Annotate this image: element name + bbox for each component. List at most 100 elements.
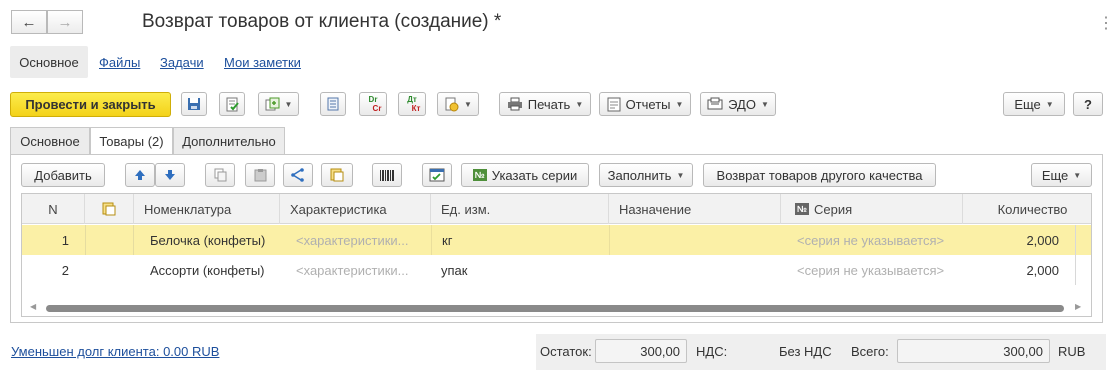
split-line-button[interactable] [283,163,313,187]
column-header-quantity[interactable]: Количество [963,194,1091,224]
page-title: Возврат товаров от клиента (создание) * [142,11,502,32]
row-status [85,225,134,255]
column-header-purpose[interactable]: Назначение [609,194,781,224]
help-button[interactable]: ? [1073,92,1103,116]
row-purpose[interactable] [609,255,781,285]
structure-button[interactable] [320,92,346,116]
tab-goods[interactable]: Товары (2) [90,127,173,155]
subnav-main[interactable]: Основное [10,46,88,78]
column-header-nomenclature[interactable]: Номенклатура [134,194,280,224]
reports-button[interactable]: Отчеты ▼ [599,92,691,116]
scroll-left-icon[interactable]: ◀ [30,302,36,311]
create-based-on-button[interactable]: ▼ [258,92,299,116]
scrollbar-thumb[interactable] [46,305,1064,312]
table-header: N Номенклатура Характеристика Ед. изм. Н… [22,194,1091,224]
create-based-icon [265,97,280,110]
barcode-button[interactable] [372,163,402,187]
dr-cr-button[interactable]: Dr Cr [359,92,387,116]
checklist-icon [429,168,445,182]
copy-button[interactable] [205,163,235,187]
vat-label: НДС: [696,344,728,359]
report-icon [607,97,621,111]
related-documents-icon [445,97,459,111]
balance-field: 300,00 [595,339,687,363]
row-quantity[interactable]: 2,000 [963,255,1069,285]
column-header-status[interactable] [85,194,134,224]
return-other-quality-button[interactable]: Возврат товаров другого качества [703,163,936,187]
printer-icon [507,97,522,111]
dt-kt-button[interactable]: Дт Кт [398,92,426,116]
chevron-down-icon: ▼ [1045,99,1054,109]
add-button[interactable]: Добавить [21,163,105,187]
edo-icon [707,97,723,110]
row-unit[interactable]: кг [431,225,609,255]
row-purpose[interactable] [609,225,781,255]
column-header-unit[interactable]: Ед. изм. [431,194,609,224]
back-button[interactable]: ← [11,10,47,34]
more-button[interactable]: Еще ▼ [1003,92,1065,116]
row-series[interactable]: <серия не указывается> [787,255,963,285]
row-characteristic[interactable]: <характеристики... [286,225,431,255]
horizontal-scrollbar[interactable]: ◀ ▶ [22,300,1091,316]
select-items-icon [330,168,344,182]
related-docs-button[interactable]: ▼ [437,92,479,116]
series-number-icon: № [472,169,487,181]
move-down-button[interactable] [155,163,185,187]
paste-icon [254,169,266,182]
post-document-icon [226,97,239,111]
client-debt-link[interactable]: Уменьшен долг клиента: 0.00 RUB [11,344,219,359]
scroll-right-icon[interactable]: ▶ [1075,302,1081,311]
row-series[interactable]: <серия не указывается> [787,225,963,255]
print-button[interactable]: Печать ▼ [499,92,591,116]
subnav-tasks[interactable]: Задачи [160,46,204,78]
chevron-down-icon: ▼ [760,99,769,109]
edo-button[interactable]: ЭДО ▼ [700,92,776,116]
move-up-button[interactable] [125,163,155,187]
tab-additional[interactable]: Дополнительно [173,127,285,154]
column-header-n[interactable]: N [22,194,85,224]
row-nomenclature[interactable]: Ассорти (конфеты) [140,255,280,285]
paste-button[interactable] [245,163,275,187]
check-button[interactable] [422,163,452,187]
chevron-down-icon: ▼ [464,99,472,109]
vat-value: Без НДС [779,344,832,359]
more-label: Еще [1014,96,1041,112]
post-and-close-button[interactable]: Провести и закрыть [10,92,171,117]
post-button[interactable] [219,92,245,116]
column-header-characteristic[interactable]: Характеристика [280,194,431,224]
more-icon[interactable]: ⋮ [1098,13,1114,33]
save-button[interactable] [181,92,207,116]
specify-series-button[interactable]: № Указать серии [461,163,589,187]
column-header-series[interactable]: № Серия [781,194,963,224]
row-quantity[interactable]: 2,000 [963,225,1069,255]
currency-label: RUB [1058,344,1086,359]
column-header-series-label: Серия [814,201,853,217]
dt-label: Дт [407,95,417,104]
row-nomenclature[interactable]: Белочка (конфеты) [140,225,280,255]
tab-main[interactable]: Основное [10,127,90,154]
kt-label: Кт [411,104,421,113]
chevron-down-icon: ▼ [284,99,293,109]
chevron-down-icon: ▼ [1073,170,1082,180]
series-number-icon: № [795,203,810,215]
chevron-down-icon: ▼ [675,99,684,109]
arrow-up-icon [135,170,145,180]
table-row[interactable]: 1 Белочка (конфеты) <характеристики... к… [22,225,1091,255]
row-unit[interactable]: упак [431,255,609,285]
subnav-notes[interactable]: Мои заметки [224,46,301,78]
dr-label: Dr [368,95,378,104]
forward-button[interactable]: → [47,10,83,34]
fill-button[interactable]: Заполнить ▼ [599,163,693,187]
table-row[interactable]: 2 Ассорти (конфеты) <характеристики... у… [22,255,1091,285]
edo-label: ЭДО [728,96,756,112]
column-divider [1075,225,1076,285]
table-more-button[interactable]: Еще ▼ [1031,163,1092,187]
goods-table[interactable]: N Номенклатура Характеристика Ед. изм. Н… [21,193,1092,317]
select-button[interactable] [321,163,353,187]
help-icon: ? [1084,96,1092,112]
subnav-files[interactable]: Файлы [99,46,140,78]
row-characteristic[interactable]: <характеристики... [286,255,431,285]
row-number: 2 [61,262,69,278]
row-status [85,255,134,285]
total-field: 300,00 [897,339,1050,363]
